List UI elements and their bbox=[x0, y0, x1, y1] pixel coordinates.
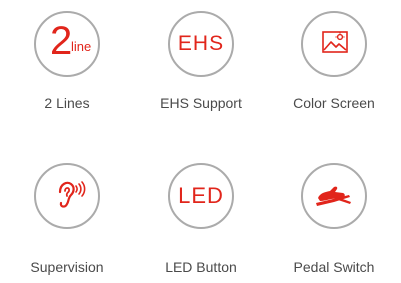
ear-icon bbox=[58, 181, 86, 208]
feature-ehs-support: EHS EHS Support bbox=[134, 11, 268, 131]
line-text: line bbox=[71, 39, 92, 54]
feature-supervision: Supervision bbox=[0, 163, 134, 283]
feature-pedal-switch: Pedal Switch bbox=[267, 163, 401, 283]
feature-label: Pedal Switch bbox=[293, 259, 375, 275]
feature-label: EHS Support bbox=[160, 95, 242, 111]
feature-label: 2 Lines bbox=[44, 95, 90, 111]
feature-circle bbox=[34, 163, 100, 229]
feature-circle: 2 line bbox=[34, 11, 100, 77]
feature-led-button: LED LED Button bbox=[134, 163, 268, 283]
feature-circle bbox=[301, 163, 367, 229]
picture-icon bbox=[322, 31, 348, 53]
feature-label: Supervision bbox=[30, 259, 104, 275]
feature-circle: LED bbox=[168, 163, 234, 229]
feature-label: Color Screen bbox=[293, 95, 375, 111]
two-lines-icon: 2 bbox=[50, 19, 73, 63]
pedal-icon bbox=[316, 186, 351, 206]
led-icon: LED bbox=[178, 183, 224, 208]
feature-2-lines: 2 line 2 Lines bbox=[0, 11, 134, 131]
feature-color-screen: Color Screen bbox=[267, 11, 401, 131]
feature-circle bbox=[301, 11, 367, 77]
ehs-icon: EHS bbox=[177, 32, 225, 55]
feature-label: LED Button bbox=[165, 259, 237, 275]
feature-circle: EHS bbox=[168, 11, 234, 77]
